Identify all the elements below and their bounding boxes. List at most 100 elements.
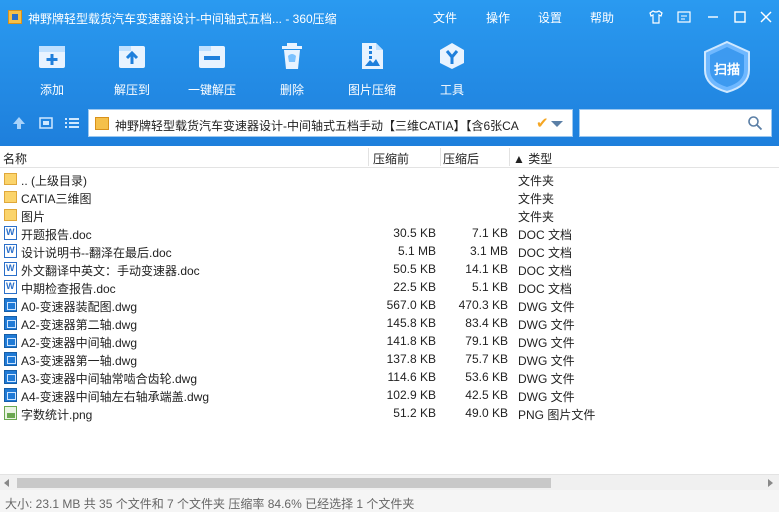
file-name: A4-变速器中间轴左右轴承端盖.dwg bbox=[21, 390, 210, 404]
extract-to-button[interactable]: 解压到 bbox=[97, 42, 167, 100]
file-row[interactable]: 开题报告.doc 30.5 KB 7.1 KB DOC 文档 bbox=[0, 224, 779, 242]
column-type[interactable]: ▲ 类型 bbox=[513, 150, 552, 167]
extract-to-label: 解压到 bbox=[113, 83, 150, 97]
status-bar: 大小: 23.1 MB 共 35 个文件和 7 个文件夹 压缩率 84.6% 已… bbox=[0, 490, 779, 512]
file-row[interactable]: A3-变速器第一轴.dwg 137.8 KB 75.7 KB DWG 文件 bbox=[0, 350, 779, 368]
file-name: A3-变速器第一轴.dwg bbox=[21, 354, 138, 368]
thumbnail-view-button[interactable] bbox=[37, 114, 55, 132]
dwg-file-icon bbox=[4, 388, 17, 402]
file-type: DWG 文件 bbox=[518, 354, 575, 368]
add-button[interactable]: 添加 bbox=[17, 42, 87, 100]
tools-button[interactable]: 工具 bbox=[417, 42, 487, 100]
file-row[interactable]: A0-变速器装配图.dwg 567.0 KB 470.3 KB DWG 文件 bbox=[0, 296, 779, 314]
file-row[interactable]: 中期检查报告.doc 22.5 KB 5.1 KB DOC 文档 bbox=[0, 278, 779, 296]
delete-label: 删除 bbox=[279, 83, 304, 97]
file-size-after: 79.1 KB bbox=[465, 334, 508, 348]
file-size-before: 5.1 MB bbox=[397, 244, 436, 258]
up-arrow-icon bbox=[13, 117, 25, 129]
file-size-after: 470.3 KB bbox=[458, 298, 508, 312]
window-title: 神野牌轻型载货汽车变速器设计-中间轴式五档... - 360压缩 bbox=[28, 12, 337, 26]
column-name[interactable]: 名称 bbox=[3, 150, 27, 167]
file-row[interactable]: 设计说明书--翻泽在最后.doc 5.1 MB 3.1 MB DOC 文档 bbox=[0, 242, 779, 260]
file-size-after: 42.5 KB bbox=[465, 388, 508, 402]
file-size-before: 30.5 KB bbox=[393, 226, 436, 240]
minimize-icon[interactable] bbox=[704, 8, 722, 26]
status-text: 大小: 23.1 MB 共 35 个文件和 7 个文件夹 压缩率 84.6% 已… bbox=[5, 497, 415, 511]
column-size-after[interactable]: 压缩后 bbox=[443, 150, 479, 167]
file-row[interactable]: 字数统计.png 51.2 KB 49.0 KB PNG 图片文件 bbox=[0, 404, 779, 422]
tools-icon bbox=[440, 43, 464, 69]
menu-help[interactable]: 帮助 bbox=[590, 9, 614, 26]
skin-icon[interactable] bbox=[647, 8, 665, 26]
dwg-file-icon bbox=[4, 316, 17, 330]
doc-file-icon bbox=[4, 226, 17, 240]
file-type: DWG 文件 bbox=[518, 318, 575, 332]
one-click-extract-label: 一键解压 bbox=[187, 83, 236, 97]
close-icon[interactable] bbox=[757, 8, 775, 26]
horizontal-scrollbar[interactable] bbox=[0, 474, 779, 490]
file-type: DWG 文件 bbox=[518, 390, 575, 404]
dropdown-arrow-icon[interactable] bbox=[551, 121, 563, 127]
file-size-before: 145.8 KB bbox=[386, 316, 436, 330]
scroll-right-icon[interactable] bbox=[768, 479, 773, 487]
file-row[interactable]: A3-变速器中间轴常啮合齿轮.dwg 114.6 KB 53.6 KB DWG 文件 bbox=[0, 368, 779, 386]
file-name: 中期检查报告.doc bbox=[21, 282, 116, 296]
file-row[interactable]: A2-变速器第二轴.dwg 145.8 KB 83.4 KB DWG 文件 bbox=[0, 314, 779, 332]
file-type: PNG 图片文件 bbox=[518, 408, 596, 422]
menu-operation[interactable]: 操作 bbox=[486, 9, 510, 26]
up-directory-button[interactable] bbox=[10, 114, 28, 132]
list-view-icon bbox=[65, 118, 79, 128]
folder-icon bbox=[4, 191, 17, 203]
file-size-after: 7.1 KB bbox=[471, 226, 508, 240]
folder-icon bbox=[4, 173, 17, 185]
column-size-before[interactable]: 压缩前 bbox=[373, 150, 409, 167]
menu-settings[interactable]: 设置 bbox=[538, 9, 562, 26]
menu-file[interactable]: 文件 bbox=[433, 9, 457, 26]
column-separator bbox=[440, 148, 441, 166]
maximize-icon[interactable] bbox=[731, 8, 749, 26]
address-bar[interactable]: 神野牌轻型载货汽车变速器设计-中间轴式五档手动【三维CATIA】【含6张CA ✔ bbox=[88, 109, 573, 137]
file-type: DWG 文件 bbox=[518, 372, 575, 386]
file-size-before: 567.0 KB bbox=[386, 298, 436, 312]
search-icon[interactable] bbox=[747, 115, 763, 131]
file-size-after: 3.1 MB bbox=[469, 244, 508, 258]
doc-file-icon bbox=[4, 244, 17, 258]
delete-icon bbox=[282, 43, 302, 69]
scroll-left-icon[interactable] bbox=[4, 479, 9, 487]
file-size-before: 114.6 KB bbox=[387, 370, 436, 384]
tools-label: 工具 bbox=[439, 83, 464, 97]
file-type: DOC 文档 bbox=[518, 246, 573, 260]
file-row[interactable]: A4-变速器中间轴左右轴承端盖.dwg 102.9 KB 42.5 KB DWG 文件 bbox=[0, 386, 779, 404]
file-size-after: 53.6 KB bbox=[465, 370, 508, 384]
dwg-file-icon bbox=[4, 352, 17, 366]
file-type: DWG 文件 bbox=[518, 300, 575, 314]
file-name: A3-变速器中间轴常啮合齿轮.dwg bbox=[21, 372, 198, 386]
file-type: 文件夹 bbox=[518, 174, 555, 188]
file-size-after: 83.4 KB bbox=[465, 316, 508, 330]
file-name: A2-变速器第二轴.dwg bbox=[21, 318, 138, 332]
file-row[interactable]: 图片 文件夹 bbox=[0, 206, 779, 224]
scrollbar-thumb[interactable] bbox=[17, 478, 551, 488]
column-separator bbox=[368, 148, 369, 166]
image-compress-button[interactable]: 图片压缩 bbox=[337, 42, 407, 100]
file-name: 图片 bbox=[21, 210, 46, 224]
dwg-file-icon bbox=[4, 334, 17, 348]
list-view-button[interactable] bbox=[63, 114, 81, 132]
search-box[interactable] bbox=[579, 109, 772, 137]
png-file-icon bbox=[4, 406, 17, 420]
file-size-after: 49.0 KB bbox=[465, 406, 508, 420]
file-size-after: 5.1 KB bbox=[471, 280, 508, 294]
one-click-extract-button[interactable]: 一键解压 bbox=[177, 42, 247, 100]
image-compress-icon bbox=[362, 43, 383, 69]
scan-button[interactable]: 扫描 bbox=[702, 40, 752, 94]
doc-file-icon bbox=[4, 280, 17, 294]
file-row[interactable]: A2-变速器中间轴.dwg 141.8 KB 79.1 KB DWG 文件 bbox=[0, 332, 779, 350]
file-row[interactable]: CATIA三维图 文件夹 bbox=[0, 188, 779, 206]
file-row[interactable]: .. (上级目录) 文件夹 bbox=[0, 170, 779, 188]
feedback-icon[interactable] bbox=[675, 8, 693, 26]
top-area: 神野牌轻型载货汽车变速器设计-中间轴式五档... - 360压缩 文件 操作 设… bbox=[0, 0, 779, 146]
file-size-before: 50.5 KB bbox=[393, 262, 436, 276]
delete-button[interactable]: 删除 bbox=[257, 42, 327, 100]
file-row[interactable]: 外文翻译中英文：手动变速器.doc 50.5 KB 14.1 KB DOC 文档 bbox=[0, 260, 779, 278]
extract-to-icon bbox=[119, 46, 145, 68]
